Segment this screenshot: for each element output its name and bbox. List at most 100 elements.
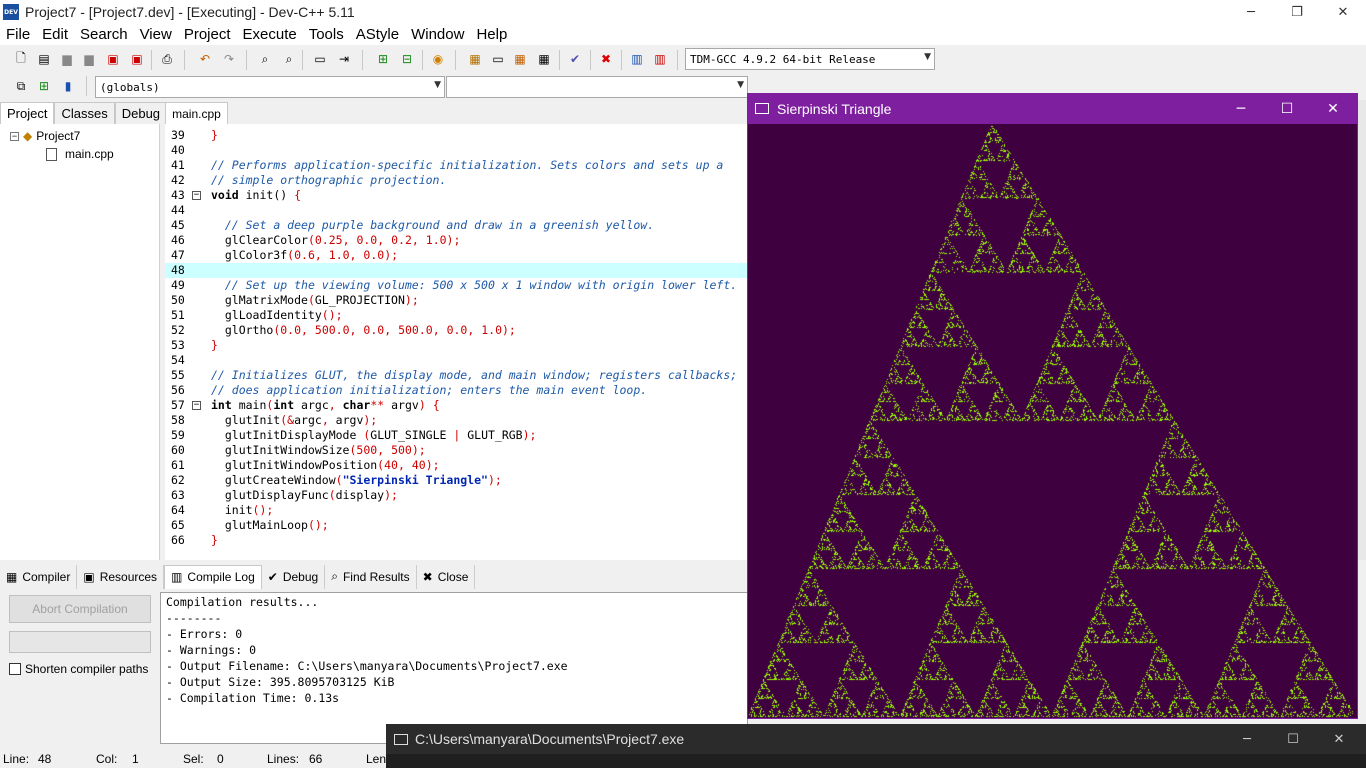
scrollbar[interactable]: [1358, 100, 1366, 560]
code-line[interactable]: 61 glutInitWindowPosition(40, 40);: [165, 458, 747, 473]
collapse-icon[interactable]: −: [10, 131, 19, 141]
console-minimize-button[interactable]: ─: [1224, 724, 1270, 754]
code-line[interactable]: 48: [165, 263, 747, 278]
add-to-project-icon[interactable]: ⊞: [374, 50, 392, 68]
code-line[interactable]: 64 init();: [165, 503, 747, 518]
code-line[interactable]: 52 glOrtho(0.0, 500.0, 0.0, 500.0, 0.0, …: [165, 323, 747, 338]
shorten-paths-checkbox[interactable]: Shorten compiler paths: [9, 662, 148, 676]
project-tree-node[interactable]: − ◆ Project7: [10, 129, 80, 143]
stop-execution-icon[interactable]: ✖: [597, 50, 615, 68]
open-file-icon[interactable]: ▤: [35, 50, 53, 68]
syntax-check-icon[interactable]: ✔: [566, 50, 584, 68]
code-line[interactable]: 49 // Set up the viewing volume: 500 x 5…: [165, 278, 747, 293]
fold-icon[interactable]: −: [192, 401, 201, 410]
goto-definition-icon[interactable]: ▮: [59, 77, 77, 95]
indent-icon[interactable]: ⇥: [335, 50, 353, 68]
code-line[interactable]: 63 glutDisplayFunc(display);: [165, 488, 747, 503]
code-line[interactable]: 66}: [165, 533, 747, 548]
code-line[interactable]: 40: [165, 143, 747, 158]
close-button[interactable]: ✕: [1320, 0, 1366, 24]
code-line[interactable]: 57− int main(int argc, char** argv) {: [165, 398, 747, 413]
code-line[interactable]: 55 // Initializes GLUT, the display mode,…: [165, 368, 747, 383]
remove-from-project-icon[interactable]: ⊟: [398, 50, 416, 68]
project-options-icon[interactable]: ◉: [429, 50, 447, 68]
goto-declaration-icon[interactable]: ⊞: [35, 77, 53, 95]
code-line[interactable]: 42 // simple orthographic projection.: [165, 173, 747, 188]
menu-view[interactable]: View: [134, 26, 178, 43]
menu-window[interactable]: Window: [405, 26, 470, 43]
code-line[interactable]: 43− void init() {: [165, 188, 747, 203]
tab-project[interactable]: Project: [0, 102, 55, 124]
goto-icon[interactable]: ▭: [311, 50, 329, 68]
save-icon[interactable]: ▆: [58, 50, 76, 68]
tab-compile-log[interactable]: ▥ Compile Log: [164, 564, 262, 589]
code-line[interactable]: 58 glutInit(&argc, argv);: [165, 413, 747, 428]
code-line[interactable]: 47 glColor3f(0.6, 1.0, 0.0);: [165, 248, 747, 263]
tab-resources[interactable]: ▣ Resources: [77, 564, 165, 589]
code-line[interactable]: 51 glLoadIdentity();: [165, 308, 747, 323]
tab-find-results[interactable]: ⌕ Find Results: [325, 564, 417, 589]
rebuild-icon[interactable]: ▦: [535, 50, 553, 68]
console-window[interactable]: C:\Users\manyara\Documents\Project7.exe …: [386, 724, 1366, 768]
menu-help[interactable]: Help: [470, 26, 513, 43]
code-editor[interactable]: 39} 40 41// Performs application-specific …: [165, 124, 747, 560]
tab-debug[interactable]: ✔ Debug: [262, 564, 326, 589]
tab-compiler[interactable]: ▦ Compiler: [0, 564, 78, 589]
find-icon[interactable]: ⌕: [256, 50, 274, 68]
glut-window[interactable]: Sierpinski Triangle ─ ☐ ✕: [747, 93, 1358, 719]
undo-icon[interactable]: ↶: [196, 50, 214, 68]
code-line[interactable]: 46 glClearColor(0.25, 0.0, 0.2, 1.0);: [165, 233, 747, 248]
tab-debug[interactable]: Debug: [114, 102, 168, 124]
code-line[interactable]: 41 // Performs application-specific initi…: [165, 158, 747, 173]
abort-compilation-button[interactable]: Abort Compilation: [9, 595, 151, 623]
code-line[interactable]: 54: [165, 353, 747, 368]
console-maximize-button[interactable]: ☐: [1270, 724, 1316, 754]
glut-minimize-button[interactable]: ─: [1218, 93, 1264, 124]
delete-profile-icon[interactable]: ▥: [651, 50, 669, 68]
redo-icon[interactable]: ↷: [220, 50, 238, 68]
tab-close[interactable]: ✖ Close: [417, 564, 476, 589]
menu-search[interactable]: Search: [74, 26, 134, 43]
editor-tab-main[interactable]: main.cpp: [165, 102, 228, 124]
menu-astyle[interactable]: AStyle: [350, 26, 405, 43]
code-line[interactable]: 59 glutInitDisplayMode (GLUT_SINGLE | GL…: [165, 428, 747, 443]
code-line[interactable]: 44: [165, 203, 747, 218]
new-file-icon[interactable]: 🗋: [12, 50, 30, 68]
compile-run-icon[interactable]: ▦: [511, 50, 529, 68]
code-line[interactable]: 65 glutMainLoop();: [165, 518, 747, 533]
code-line[interactable]: 56 // does application initialization; en…: [165, 383, 747, 398]
console-close-button[interactable]: ✕: [1316, 724, 1362, 754]
glut-close-button[interactable]: ✕: [1310, 93, 1356, 124]
glut-maximize-button[interactable]: ☐: [1264, 93, 1310, 124]
code-line[interactable]: 53}: [165, 338, 747, 353]
profile-icon[interactable]: ▥: [628, 50, 646, 68]
file-tree-node[interactable]: main.cpp: [46, 147, 114, 161]
checkbox-icon[interactable]: [9, 663, 21, 675]
member-select[interactable]: ▼: [446, 76, 748, 98]
menu-tools[interactable]: Tools: [303, 26, 350, 43]
menu-edit[interactable]: Edit: [36, 26, 74, 43]
scope-select[interactable]: (globals) ▼: [95, 76, 445, 98]
minimize-button[interactable]: ─: [1228, 0, 1274, 24]
menu-project[interactable]: Project: [178, 26, 237, 43]
print-icon[interactable]: ⎙: [158, 50, 176, 68]
close-file-icon[interactable]: ▣: [104, 50, 122, 68]
menu-execute[interactable]: Execute: [237, 26, 303, 43]
class-browser-icon[interactable]: ⧉: [12, 77, 30, 95]
restore-button[interactable]: ❐: [1274, 0, 1320, 24]
save-all-icon[interactable]: ▆: [80, 50, 98, 68]
code-line[interactable]: 62 glutCreateWindow("Sierpinski Triangle…: [165, 473, 747, 488]
code-line[interactable]: 45 // Set a deep purple background and d…: [165, 218, 747, 233]
tab-classes[interactable]: Classes: [54, 102, 115, 124]
code-line[interactable]: 50 glMatrixMode(GL_PROJECTION);: [165, 293, 747, 308]
compile-icon[interactable]: ▦: [466, 50, 484, 68]
compiler-select[interactable]: TDM-GCC 4.9.2 64-bit Release ▼: [685, 48, 935, 70]
close-all-icon[interactable]: ▣: [128, 50, 146, 68]
fold-icon[interactable]: −: [192, 191, 201, 200]
replace-icon[interactable]: ⌕: [280, 50, 298, 68]
code-line[interactable]: 39}: [165, 128, 747, 143]
menu-file[interactable]: File: [0, 26, 36, 43]
compile-log[interactable]: Compilation results... -------- - Errors: …: [160, 592, 748, 744]
run-icon[interactable]: ▭: [489, 50, 507, 68]
code-line[interactable]: 60 glutInitWindowSize(500, 500);: [165, 443, 747, 458]
